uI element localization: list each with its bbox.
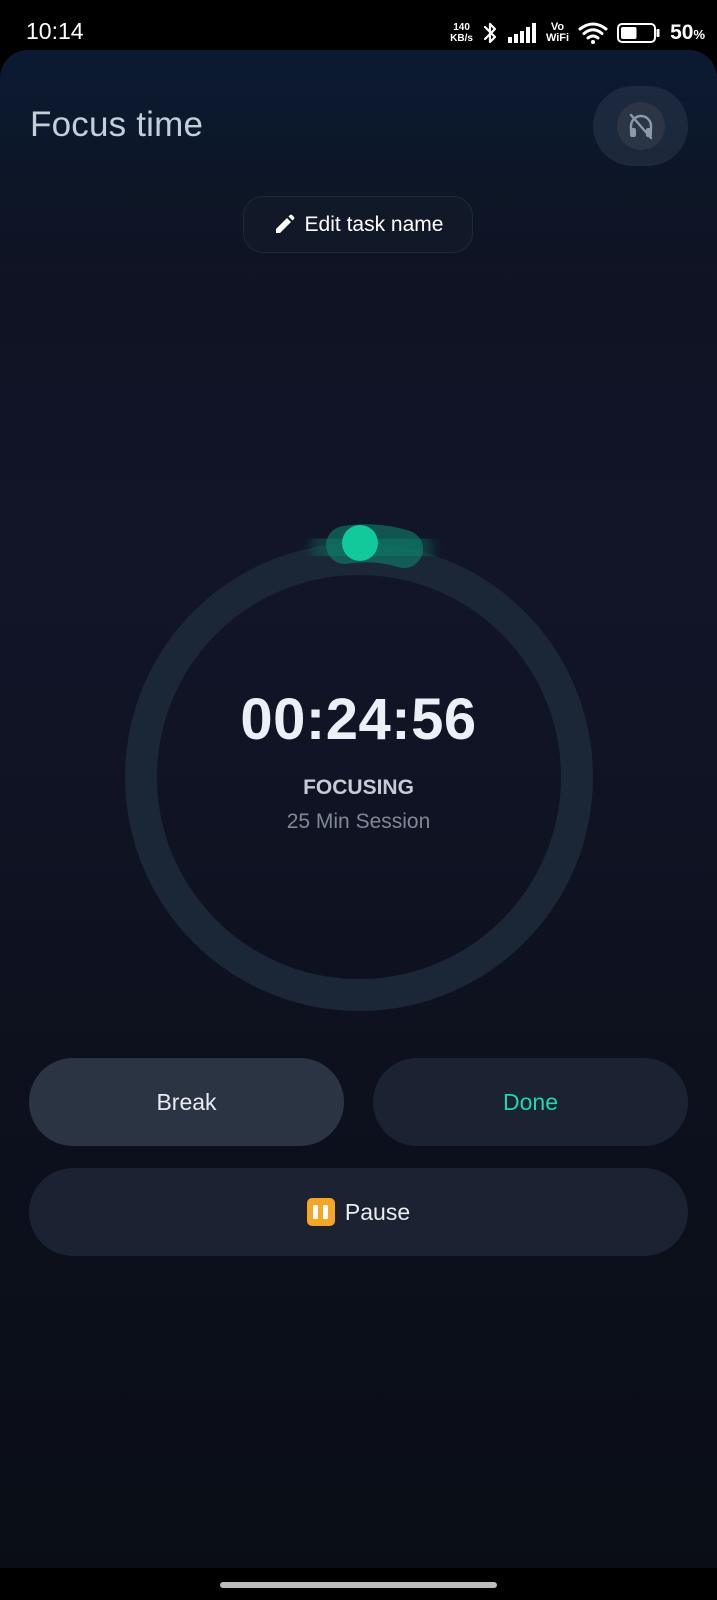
pause-button[interactable]: Pause (29, 1168, 688, 1256)
progress-ring-container (0, 470, 717, 1070)
network-speed: 140 KB/s (450, 22, 473, 44)
battery-percent-sign: % (693, 27, 705, 42)
timer-status: FOCUSING (303, 776, 414, 799)
progress-ring-head (311, 515, 433, 579)
pencil-icon (275, 214, 294, 233)
headphones-toggle-button[interactable] (593, 86, 688, 166)
edit-task-name-button[interactable]: Edit task name (243, 196, 473, 253)
break-button-label: Break (156, 1088, 217, 1115)
headphones-toggle-inner (616, 102, 665, 150)
status-time: 10:14 (26, 18, 84, 44)
bluetooth-icon (483, 22, 497, 44)
network-speed-value: 140 (453, 22, 470, 33)
headphones-off-icon (629, 113, 652, 140)
progress-ring-knob[interactable] (342, 525, 378, 561)
pause-icon (306, 1198, 335, 1226)
signal-icon (507, 23, 536, 43)
progress-ring (125, 515, 593, 1011)
focus-screen: Focus time Edit task name 00:24:56 FOCUS… (0, 50, 717, 1600)
edit-task-name-label: Edit task name (304, 212, 444, 236)
session-length: 25 Min Session (286, 810, 431, 833)
wifi-icon (578, 22, 608, 44)
vowifi-bottom: WiFi (545, 32, 570, 44)
done-button[interactable]: Done (373, 1058, 688, 1146)
network-speed-unit: KB/s (450, 33, 473, 44)
status-icons: 140 KB/s Vo WiFi 50% (450, 18, 705, 48)
vowifi-indicator: Vo WiFi (546, 22, 569, 44)
home-gesture-handle[interactable] (220, 1582, 497, 1588)
battery-icon (617, 23, 660, 43)
break-button[interactable]: Break (29, 1058, 344, 1146)
battery-percent-value: 50 (670, 21, 694, 44)
done-button-label: Done (503, 1088, 558, 1115)
timer-display: 00:24:56 (240, 687, 477, 752)
status-bar: 10:14 140 KB/s Vo WiFi 50% (0, 0, 717, 54)
pause-button-label: Pause (344, 1198, 411, 1225)
battery-percent: 50% (670, 21, 705, 45)
page-title: Focus time (30, 105, 204, 144)
